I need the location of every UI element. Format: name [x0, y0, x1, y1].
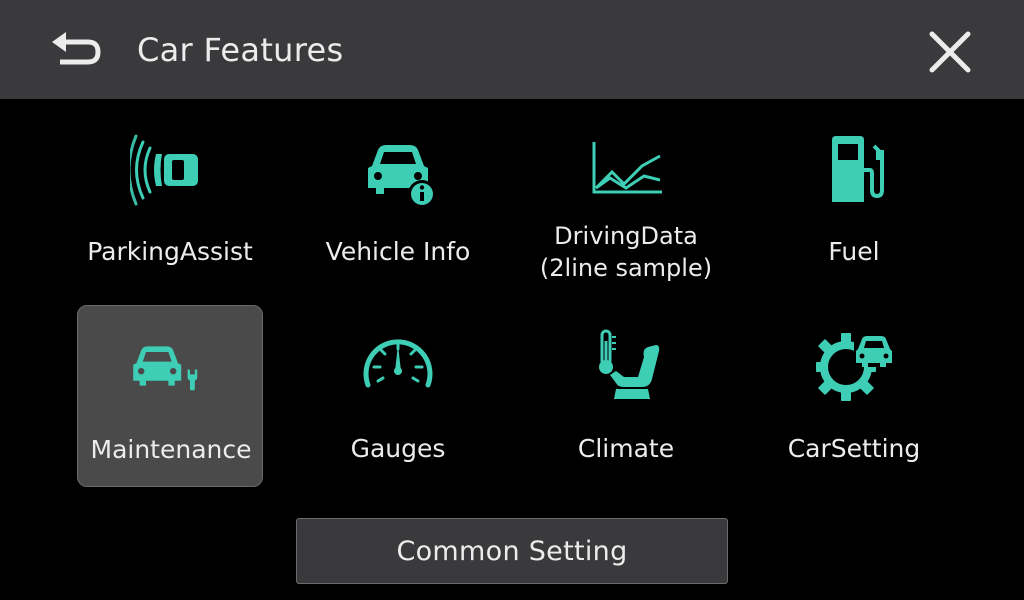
tile-maintenance[interactable]: Maintenance — [77, 305, 263, 487]
tile-parking-assist[interactable]: ParkingAssist — [77, 108, 263, 290]
tile-label-line1: DrivingData — [554, 222, 698, 250]
tile-label: Vehicle Info — [325, 237, 471, 266]
tile-label: Gauges — [350, 434, 446, 463]
back-arrow-icon — [52, 32, 101, 65]
tile-label: Maintenance — [90, 435, 252, 464]
tile-label: Climate — [577, 434, 675, 463]
tile-label: DrivingData (2line sample) — [513, 220, 739, 284]
tile-label: Fuel — [828, 237, 880, 266]
close-icon — [929, 31, 971, 73]
tile-fuel[interactable]: Fuel — [761, 108, 947, 290]
fuel-pump-icon — [814, 130, 894, 210]
page-title: Car Features — [137, 31, 344, 69]
close-button[interactable] — [922, 24, 978, 80]
tile-label: ParkingAssist — [87, 237, 253, 266]
climate-icon — [586, 327, 666, 407]
tile-label: CarSetting — [787, 434, 921, 463]
maintenance-icon — [130, 328, 210, 408]
tile-driving-data[interactable]: DrivingData (2line sample) — [533, 108, 719, 290]
car-setting-icon — [814, 327, 894, 407]
tile-climate[interactable]: Climate — [533, 305, 719, 487]
vehicle-info-icon — [358, 130, 438, 210]
header-bar: Car Features — [0, 0, 1024, 99]
tile-label-line2: (2line sample) — [539, 254, 713, 282]
parking-assist-icon — [130, 130, 210, 210]
tile-gauges[interactable]: Gauges — [305, 305, 491, 487]
common-setting-button[interactable]: Common Setting — [296, 518, 728, 584]
tile-car-setting[interactable]: CarSetting — [761, 305, 947, 487]
gauge-icon — [358, 327, 438, 407]
back-button[interactable] — [44, 26, 106, 74]
driving-data-icon — [586, 130, 666, 210]
tile-vehicle-info[interactable]: Vehicle Info — [305, 108, 491, 290]
